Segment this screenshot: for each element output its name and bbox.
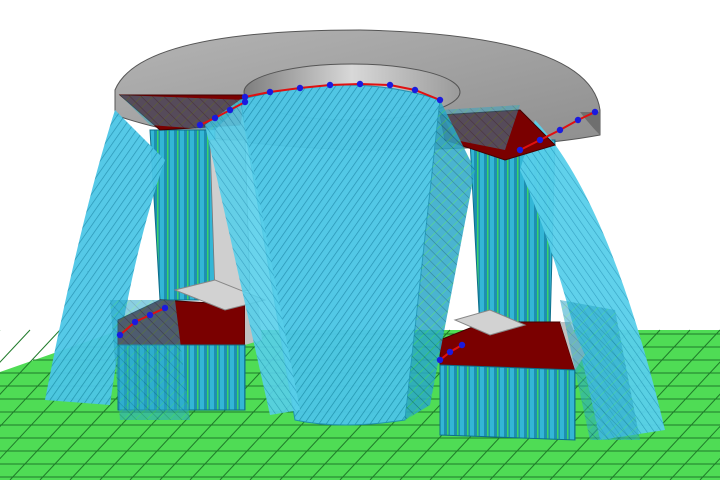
contact-point (146, 311, 154, 319)
contact-point (458, 341, 466, 349)
contact-point (196, 121, 204, 129)
contact-point (296, 84, 304, 92)
contact-point (536, 136, 544, 144)
3d-viewport[interactable] (0, 0, 720, 480)
contact-point (131, 318, 139, 326)
scene-canvas[interactable] (0, 0, 720, 480)
contact-point (161, 304, 169, 312)
contact-point (241, 98, 249, 106)
contact-point (556, 126, 564, 134)
contact-point (446, 348, 454, 356)
contact-point (116, 331, 124, 339)
contact-point (591, 108, 599, 116)
contact-point (266, 88, 274, 96)
contact-point (436, 356, 444, 364)
contact-point (386, 81, 394, 89)
contact-point (411, 86, 419, 94)
contact-point (436, 96, 444, 104)
contact-point (574, 116, 582, 124)
contact-point (326, 81, 334, 89)
contact-point (516, 146, 524, 154)
contact-point (226, 106, 234, 114)
contact-point (356, 80, 364, 88)
contact-point (211, 114, 219, 122)
